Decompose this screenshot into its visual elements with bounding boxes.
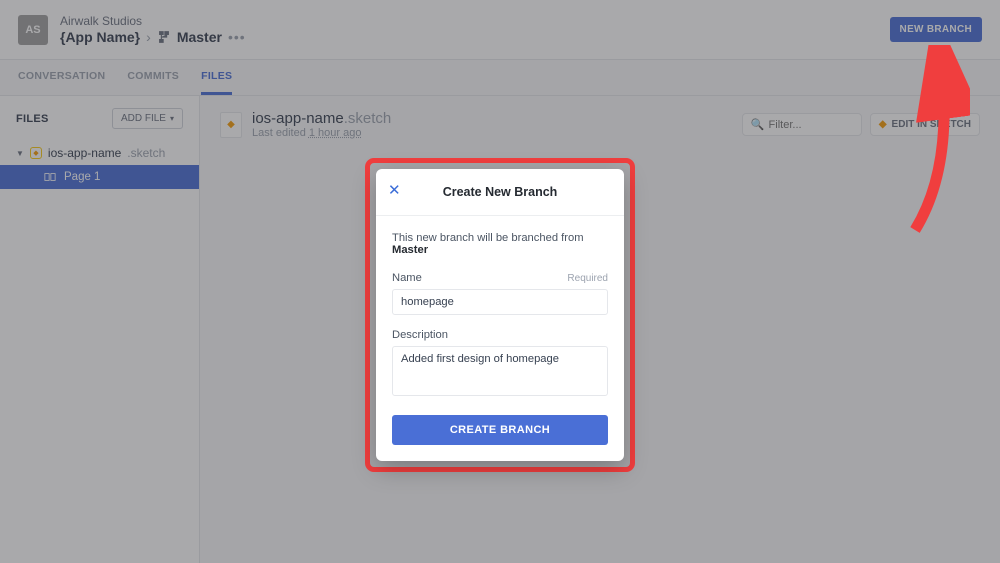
desc-field-row: Description (392, 329, 608, 341)
annotation-highlight: ✕ Create New Branch This new branch will… (365, 158, 635, 472)
name-label: Name (392, 272, 422, 284)
branch-description-input[interactable] (392, 346, 608, 396)
name-field-row: Name Required (392, 272, 608, 284)
description-label: Description (392, 329, 448, 341)
info-branch-name: Master (392, 244, 428, 256)
modal-body: This new branch will be branched from Ma… (376, 216, 624, 461)
modal-info-text: This new branch will be branched from Ma… (392, 232, 608, 256)
close-icon[interactable]: ✕ (388, 181, 401, 199)
create-branch-modal: ✕ Create New Branch This new branch will… (376, 169, 624, 461)
create-branch-button[interactable]: CREATE BRANCH (392, 415, 608, 445)
info-prefix: This new branch will be branched from (392, 232, 584, 244)
modal-overlay[interactable]: ✕ Create New Branch This new branch will… (0, 0, 1000, 563)
modal-header: ✕ Create New Branch (376, 169, 624, 216)
required-hint: Required (567, 273, 608, 284)
modal-title: Create New Branch (443, 185, 558, 199)
branch-name-input[interactable] (392, 289, 608, 315)
